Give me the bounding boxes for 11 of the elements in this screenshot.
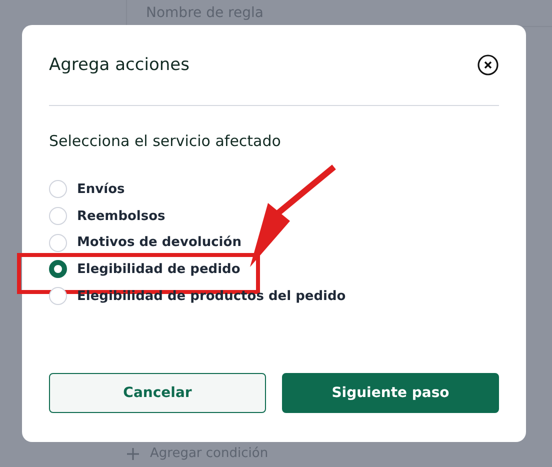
close-icon[interactable] — [477, 54, 499, 76]
option-label[interactable]: Envíos — [77, 182, 125, 197]
option-label[interactable]: Motivos de devolución — [77, 235, 242, 250]
next-button[interactable]: Siguiente paso — [282, 373, 499, 413]
section-heading: Selecciona el servicio afectado — [49, 132, 282, 150]
option-label[interactable]: Elegibilidad de pedido — [77, 262, 240, 277]
plus-icon — [126, 446, 140, 460]
dialog-title: Agrega acciones — [49, 55, 190, 75]
radio-button[interactable] — [49, 260, 67, 278]
cancel-button[interactable]: Cancelar — [49, 373, 266, 413]
option-label[interactable]: Reembolsos — [77, 208, 166, 224]
